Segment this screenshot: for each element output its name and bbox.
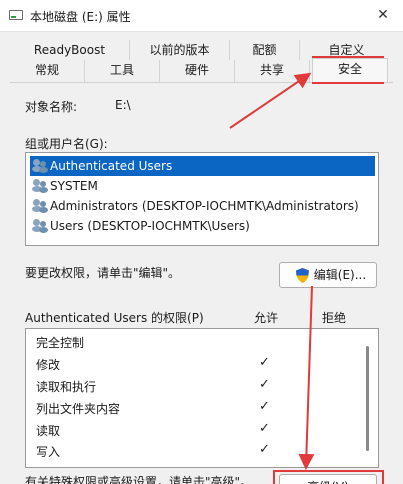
tab-tools[interactable]: 工具 (85, 60, 160, 82)
uac-shield-icon (296, 268, 309, 283)
tab-previous-versions[interactable]: 以前的版本 (130, 40, 230, 62)
tab-readyboost[interactable]: ReadyBoost (10, 40, 130, 62)
permission-write: 写入 (36, 445, 61, 459)
allow-column-header: 允许 (254, 311, 279, 325)
title-bar: 本地磁盘 (E:) 属性 ✕ (0, 0, 403, 32)
drive-icon (9, 10, 23, 20)
edit-hint: 要更改权限，请单击"编辑"。 (25, 266, 181, 280)
permission-read: 读取 (36, 424, 61, 438)
list-item-users[interactable]: Users (DESKTOP-IOCHMTK\Users) (30, 216, 375, 236)
allow-check-icon: ✓ (259, 442, 270, 457)
permissions-title: Authenticated Users 的权限(P) (25, 311, 204, 325)
users-icon (32, 179, 48, 193)
list-item-authenticated-users[interactable]: Authenticated Users (30, 156, 375, 176)
tab-general[interactable]: 常规 (10, 60, 85, 82)
permission-read-execute: 读取和执行 (36, 380, 97, 394)
advanced-hint: 有关特殊权限或高级设置，请单击"高级"。 (25, 475, 253, 484)
tab-hardware[interactable]: 硬件 (160, 60, 235, 82)
allow-check-icon: ✓ (259, 421, 270, 436)
edit-button[interactable]: 编辑(E)... (279, 262, 377, 288)
users-icon (32, 159, 48, 173)
deny-column-header: 拒绝 (322, 311, 347, 325)
tab-sharing[interactable]: 共享 (235, 60, 310, 82)
tab-security[interactable]: 安全 (312, 58, 388, 82)
groups-label: 组或用户名(G): (25, 137, 108, 151)
object-name-value: E:\ (115, 98, 131, 112)
permission-full-control: 完全控制 (36, 336, 85, 350)
allow-check-icon: ✓ (259, 399, 270, 414)
permissions-list: 完全控制 修改 ✓ 读取和执行 ✓ 列出文件夹内容 ✓ 读取 ✓ 写入 ✓ (25, 328, 379, 468)
allow-check-icon: ✓ (259, 377, 270, 392)
close-button[interactable]: ✕ (371, 4, 395, 26)
list-item-administrators[interactable]: Administrators (DESKTOP-IOCHMTK\Administ… (30, 196, 375, 216)
permission-list-folder: 列出文件夹内容 (36, 402, 121, 416)
list-item-system[interactable]: SYSTEM (30, 176, 375, 196)
tab-quota[interactable]: 配额 (230, 40, 300, 62)
advanced-button-highlight (273, 470, 384, 484)
users-icon (32, 199, 48, 213)
object-name-label: 对象名称: (25, 100, 78, 114)
permission-modify: 修改 (36, 358, 61, 372)
groups-list: Authenticated Users SYSTEM Administrator… (25, 152, 379, 246)
window-title: 本地磁盘 (E:) 属性 (30, 10, 131, 24)
allow-check-icon: ✓ (259, 355, 270, 370)
scrollbar-thumb[interactable] (366, 346, 369, 451)
edit-button-label: 编辑(E)... (313, 268, 367, 282)
users-icon (32, 219, 48, 233)
